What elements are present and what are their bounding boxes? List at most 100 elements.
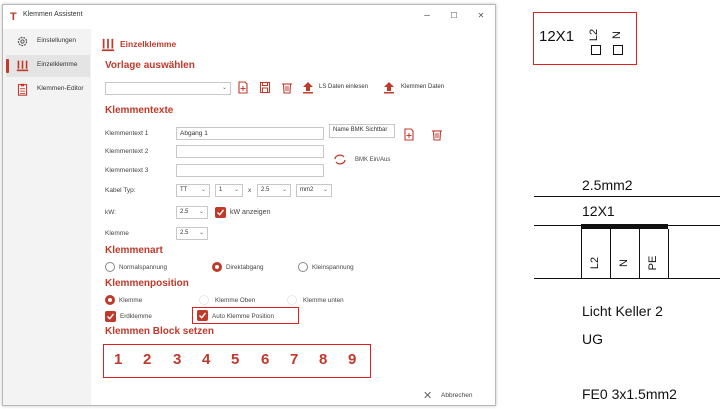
chevron-down-icon: ⌄ [322,187,328,193]
kabel-unit-select[interactable]: mm2 ⌄ [296,184,332,197]
schematic-top-pin-l2: L2 [588,28,600,42]
kabel-size-value: 2.5 [261,187,270,193]
maximize-button[interactable]: ☐ [444,8,464,24]
kw-show-label: kW anzeigen [230,209,271,216]
kabel-typ-label: Kabel Typ: [105,187,136,194]
cancel-label: Abbrechen [441,392,473,399]
window-title: Klemmen Assistent [23,11,83,18]
times-label: x [248,187,252,194]
schematic-line [534,278,720,279]
chevron-down-icon: ⌄ [200,187,206,193]
block-number-9[interactable]: 9 [348,351,356,368]
klemmen-daten-button[interactable]: Klemmen Daten [401,84,444,90]
bmk-name-field[interactable]: Name BMK Sichtbar [329,124,395,138]
schematic-terminal-label: 12X1 [582,203,615,219]
radio-klemme[interactable] [105,295,115,305]
radio-direktabgang[interactable] [212,262,222,272]
kw-show-checkbox[interactable] [215,207,226,218]
cancel-button[interactable]: ✕ Abbrechen [423,389,495,403]
erdklemme-label: Erdklemme [120,313,152,320]
block-number-3[interactable]: 3 [173,351,181,368]
bmk-name-value: Name BMK Sichtbar [333,127,388,133]
kabel-count-select[interactable]: 1 ⌄ [215,184,243,197]
block-number-6[interactable]: 6 [261,351,269,368]
chevron-down-icon: ⌄ [233,187,239,193]
kabel-size-select[interactable]: 2.5 ⌄ [257,184,291,197]
check-icon [107,313,115,320]
minimize-button[interactable]: – [417,8,437,24]
radio-klemme-unten-label: Klemme unten [303,297,344,304]
klemmentext-1-label: Klemmentext 1 [105,130,149,137]
vorlage-select[interactable]: ⌄ [105,82,231,95]
bmk-toggle-button[interactable]: BMK Ein/Aus [355,157,390,163]
sidebar-item-label: Einstellungen [37,37,77,44]
content-pane: Einzelklemme Vorlage auswählen ⌄ LS Date… [91,29,495,405]
schematic-top-pin-box [591,45,601,55]
upload-arrow-icon[interactable] [383,81,395,94]
klemmentext-3-input[interactable] [176,164,324,177]
radio-normalspannung-label: Normalspannung [119,264,167,271]
sidebar-item-einzelklemme[interactable]: Einzelklemme [6,55,90,77]
kw-label: kW: [105,209,117,216]
schematic-cable-label: FE0 3x1.5mm2 [582,386,677,402]
title-bar: T Klemmen Assistent – ☐ ✕ [3,5,495,29]
erdklemme-checkbox[interactable] [105,311,116,322]
klemmentext-2-input[interactable] [176,145,324,158]
chevron-down-icon: ⌄ [198,209,204,215]
terminal-icon [101,38,115,52]
block-number-2[interactable]: 2 [143,351,151,368]
radio-klemme-oben[interactable] [199,295,209,305]
sidebar-item-einstellungen[interactable]: Einstellungen [6,31,90,53]
chevron-down-icon: ⌄ [281,187,287,193]
delete-icon[interactable] [431,128,443,141]
new-file-icon[interactable] [403,128,415,141]
kw-value: 2.5 [180,209,189,215]
kabel-unit-value: mm2 [300,187,314,193]
gear-icon [17,36,28,47]
section-title-klemmenposition: Klemmenposition [105,278,189,289]
radio-klemme-unten[interactable] [287,295,297,305]
radio-kleinspannung[interactable] [298,262,308,272]
radio-kleinspannung-label: Kleinspannung [312,264,354,271]
block-number-4[interactable]: 4 [202,351,210,368]
save-icon[interactable] [259,81,271,94]
app-logo-icon: T [10,11,17,23]
page-title: Einzelklemme [120,39,177,49]
schematic-line [581,229,582,278]
radio-direktabgang-label: Direktabgang [226,264,264,271]
radio-normalspannung[interactable] [105,262,115,272]
block-number-8[interactable]: 8 [319,351,327,368]
kabel-typ-select[interactable]: TT ⌄ [176,184,210,197]
clipboard-icon [17,83,28,96]
kw-select[interactable]: 2.5 ⌄ [176,206,208,219]
block-number-5[interactable]: 5 [231,351,239,368]
section-title-vorlage: Vorlage auswählen [105,60,195,71]
delete-icon[interactable] [281,81,293,94]
schematic-cable-size: 2.5mm2 [582,177,633,193]
block-number-7[interactable]: 7 [290,351,298,368]
sidebar-item-label: Einzelklemme [37,61,78,68]
radio-klemme-oben-label: Klemme Oben [215,297,256,304]
klemme-select[interactable]: 2.5 ⌄ [176,227,208,240]
sidebar-item-klemmen-editor[interactable]: Klemmen-Editor [6,79,90,101]
schematic-pin-pe: PE [647,255,659,271]
upload-arrow-icon[interactable] [302,81,314,94]
new-file-icon[interactable] [237,81,249,94]
refresh-icon[interactable] [333,153,347,166]
chevron-down-icon: ⌄ [198,230,204,236]
schematic-line [639,229,640,278]
block-number-1[interactable]: 1 [114,351,122,368]
close-icon: ✕ [423,390,433,402]
terminal-icon [16,60,29,72]
klemmen-assistent-window: T Klemmen Assistent – ☐ ✕ Einstellungen … [2,4,496,406]
klemmentext-1-input[interactable]: Abgang 1 [176,127,324,140]
auto-position-checkbox[interactable] [197,310,208,321]
close-button[interactable]: ✕ [471,8,491,24]
schematic-terminal-bar [581,224,668,229]
radio-klemme-label: Klemme [119,297,143,304]
schematic-top-pin-box [613,45,623,55]
schematic-top-label: 12X1 [539,28,575,45]
check-icon [199,312,207,319]
read-ls-data-button[interactable]: LS Daten einlesen [319,84,368,90]
schematic-top-pin-n: N [611,31,623,39]
